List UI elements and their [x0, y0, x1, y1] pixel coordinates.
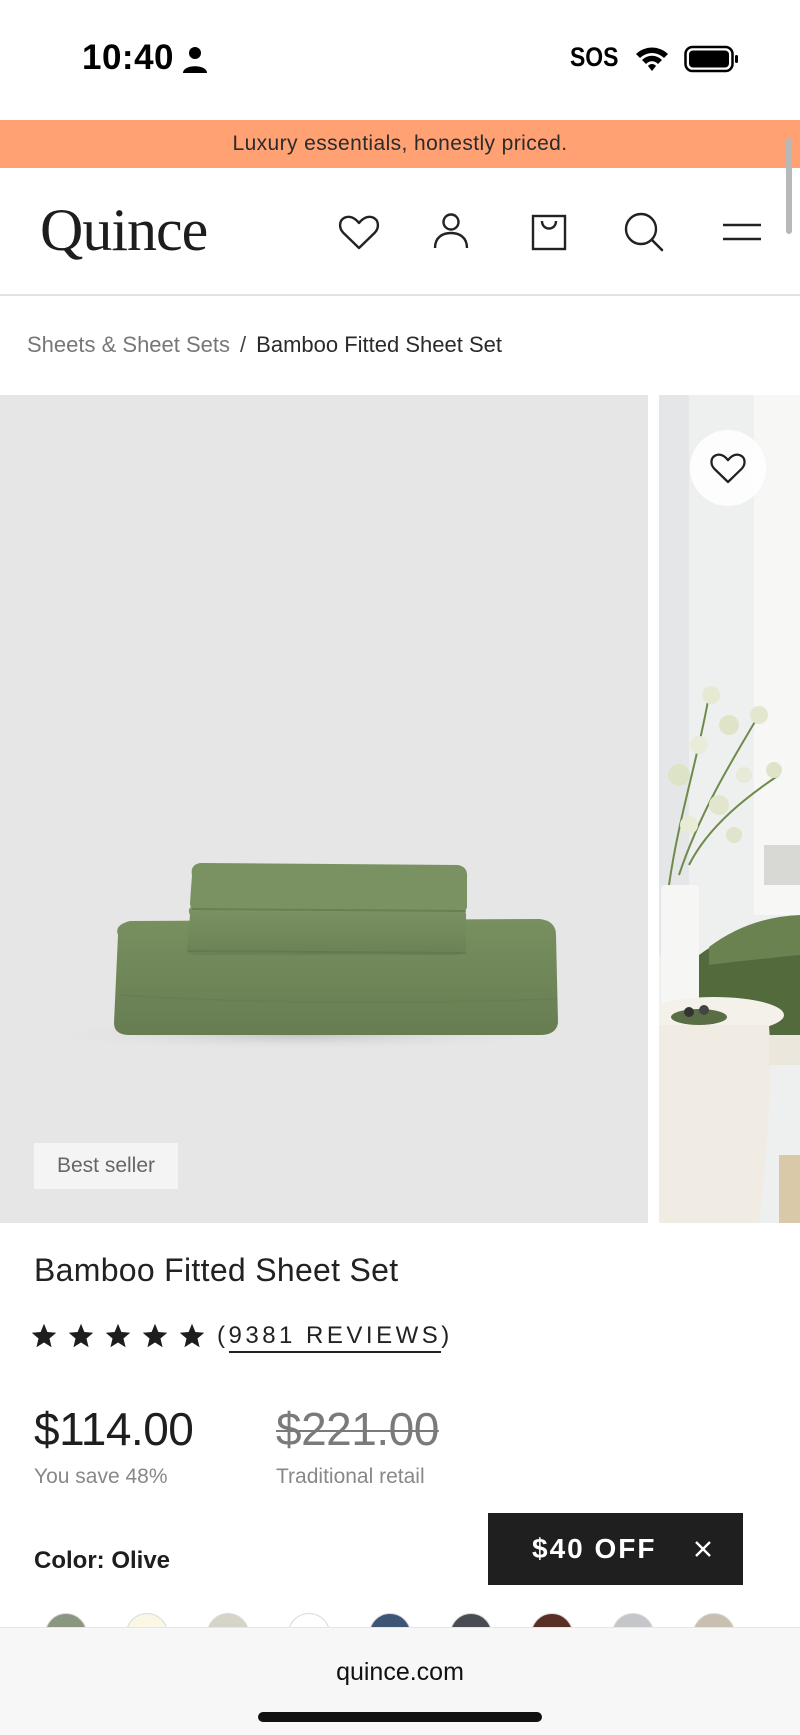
- promo-banner[interactable]: Luxury essentials, honestly priced.: [0, 120, 800, 168]
- breadcrumb-parent-link[interactable]: Sheets & Sheet Sets: [27, 332, 230, 358]
- star-icon: [179, 1323, 205, 1348]
- add-to-wishlist-button[interactable]: [690, 430, 766, 506]
- menu-icon[interactable]: [718, 208, 766, 256]
- heart-icon: [710, 453, 746, 484]
- swatch[interactable]: [531, 1613, 573, 1628]
- offer-popup[interactable]: $40 OFF: [488, 1513, 743, 1585]
- breadcrumb: Sheets & Sheet Sets / Bamboo Fitted Shee…: [27, 332, 502, 358]
- swatch[interactable]: [612, 1613, 654, 1628]
- home-indicator[interactable]: [258, 1712, 542, 1722]
- reviews-open-paren: (: [217, 1322, 229, 1349]
- breadcrumb-separator: /: [240, 332, 247, 357]
- folded-sheets-illustration: [30, 863, 570, 1051]
- retail-price: $221.00: [276, 1403, 439, 1455]
- swatch[interactable]: [207, 1613, 249, 1628]
- best-seller-badge: Best seller: [34, 1143, 178, 1189]
- star-icon: [105, 1323, 131, 1348]
- reviews-link[interactable]: (9381 REVIEWS): [217, 1322, 453, 1353]
- url-bar[interactable]: quince.com: [0, 1658, 800, 1687]
- color-label: Color: Olive: [34, 1547, 171, 1574]
- cart-icon[interactable]: [525, 208, 573, 256]
- swatch[interactable]: [126, 1613, 168, 1628]
- swatch[interactable]: [369, 1613, 411, 1628]
- site-header: Quince: [0, 168, 800, 296]
- battery-icon: [684, 45, 738, 73]
- bedroom-scene-illustration: [659, 395, 800, 1223]
- reviews-count[interactable]: 9381 REVIEWS: [228, 1322, 442, 1353]
- breadcrumb-current: Bamboo Fitted Sheet Set: [256, 332, 502, 357]
- swatch[interactable]: [288, 1613, 330, 1628]
- logo[interactable]: Quince: [40, 196, 208, 265]
- page-scrollbar[interactable]: [786, 138, 792, 234]
- product-gallery[interactable]: Best seller: [0, 395, 800, 1223]
- wifi-icon: [636, 47, 668, 71]
- heart-icon[interactable]: [335, 208, 383, 256]
- swatch[interactable]: [693, 1613, 735, 1628]
- retail-label: Traditional retail: [276, 1465, 425, 1488]
- savings-text: You save 48%: [34, 1465, 168, 1488]
- reviews-close-paren: ): [441, 1322, 453, 1349]
- status-sos: SOS: [570, 42, 619, 72]
- swatch[interactable]: [450, 1613, 492, 1628]
- product-title: Bamboo Fitted Sheet Set: [34, 1252, 399, 1288]
- person-icon: [183, 47, 207, 73]
- close-icon[interactable]: [689, 1535, 717, 1563]
- sale-price: $114.00: [34, 1403, 194, 1455]
- status-time: 10:40: [82, 38, 175, 77]
- product-image[interactable]: Best seller: [0, 395, 648, 1223]
- star-icon: [31, 1323, 57, 1348]
- lifestyle-image[interactable]: [659, 395, 800, 1223]
- browser-bar: quince.com: [0, 1627, 800, 1735]
- color-swatches: [0, 1612, 800, 1628]
- offer-text[interactable]: $40 OFF: [532, 1533, 656, 1565]
- star-icon: [142, 1323, 168, 1348]
- status-bar: 10:40 SOS: [0, 0, 800, 120]
- account-icon[interactable]: [427, 208, 475, 256]
- search-icon[interactable]: [620, 208, 668, 256]
- rating: (9381 REVIEWS): [30, 1322, 453, 1353]
- swatch[interactable]: [45, 1613, 87, 1628]
- star-icon: [68, 1323, 94, 1348]
